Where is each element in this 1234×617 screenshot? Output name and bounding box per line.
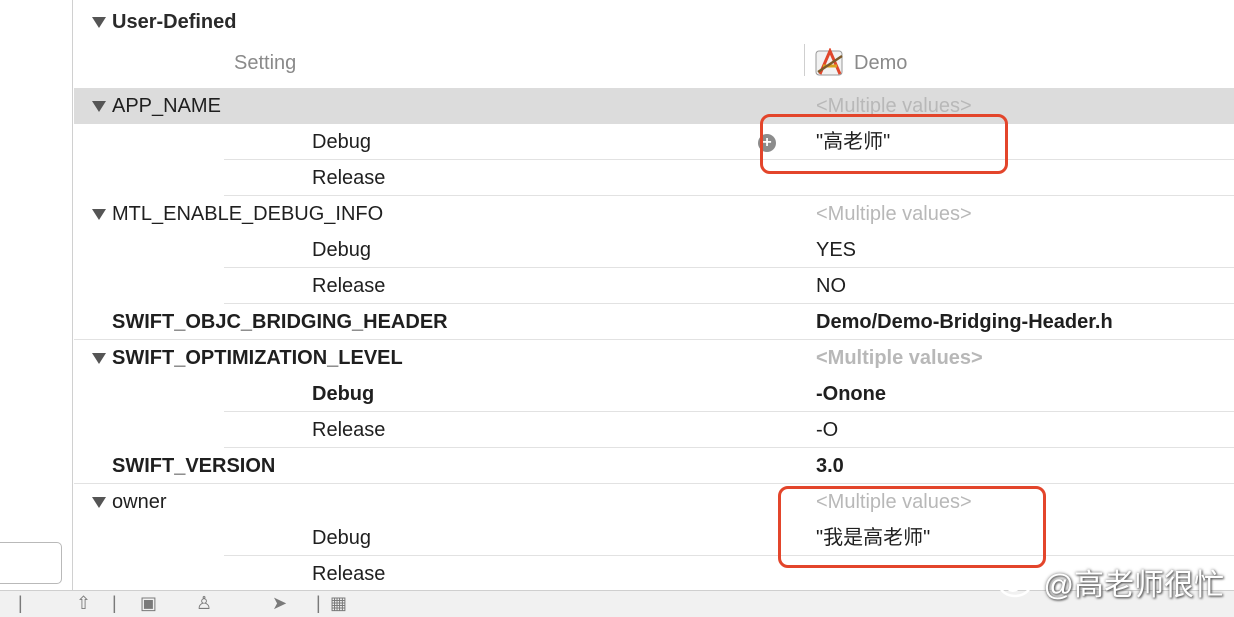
disclosure-triangle-icon[interactable] — [92, 209, 106, 221]
grid-icon[interactable]: ▦ — [330, 593, 347, 614]
document-icon[interactable]: ▣ — [140, 593, 157, 614]
setting-value: <Multiple values> — [816, 347, 983, 369]
setting-value: <Multiple values> — [816, 203, 972, 225]
configuration-name: Debug — [312, 383, 375, 405]
toolbar-divider-icon: | — [18, 593, 23, 613]
up-arrow-icon[interactable]: ⇧ — [76, 593, 91, 614]
configuration-name: Release — [312, 167, 386, 189]
disclosure-triangle-icon[interactable] — [92, 17, 106, 29]
setting-name: owner — [112, 491, 167, 513]
setting-value[interactable]: Demo/Demo-Bridging-Header.h — [816, 304, 1113, 340]
person-icon[interactable]: ♙ — [196, 593, 212, 614]
setting-row-swift-opt-debug[interactable]: Debug -Onone — [74, 376, 1234, 412]
toolbar-divider-icon: | — [112, 593, 117, 613]
weibo-logo-icon — [998, 568, 1036, 598]
setting-value: <Multiple values> — [816, 491, 972, 513]
app-target-icon — [815, 48, 843, 76]
toolbar-divider-icon: | — [316, 593, 321, 613]
setting-value[interactable]: -Onone — [816, 376, 886, 412]
setting-value[interactable]: NO — [816, 268, 846, 304]
setting-row-mtl-enable-debug-info[interactable]: MTL_ENABLE_DEBUG_INFO <Multiple values> — [74, 196, 1234, 232]
setting-row-owner[interactable]: owner <Multiple values> — [74, 484, 1234, 520]
setting-row-swift-optimization-level[interactable]: SWIFT_OPTIMIZATION_LEVEL <Multiple value… — [74, 340, 1234, 376]
configuration-name: Debug — [312, 239, 371, 261]
navigator-pane — [0, 0, 73, 590]
setting-name: APP_NAME — [112, 95, 221, 117]
build-settings-editor: User-Defined Setting Demo APP_NAME <Mult… — [74, 0, 1234, 590]
setting-row-swift-opt-release[interactable]: Release -O — [74, 412, 1234, 448]
setting-row-mtl-release[interactable]: Release NO — [74, 268, 1234, 304]
setting-name: SWIFT_VERSION — [112, 455, 276, 477]
watermark-text: @高老师很忙 — [1043, 569, 1224, 602]
setting-row-owner-debug[interactable]: Debug "我是高老师" — [74, 520, 1234, 556]
configuration-name: Release — [312, 563, 386, 585]
setting-value[interactable]: -O — [816, 412, 838, 448]
disclosure-triangle-icon[interactable] — [92, 497, 106, 509]
setting-value[interactable]: YES — [816, 232, 856, 268]
setting-row-mtl-debug[interactable]: Debug YES — [74, 232, 1234, 268]
configuration-name: Release — [312, 419, 386, 441]
setting-row-swift-objc-bridging-header[interactable]: SWIFT_OBJC_BRIDGING_HEADER Demo/Demo-Bri… — [74, 304, 1234, 340]
target-name: Demo — [854, 52, 908, 74]
configuration-name: Release — [312, 275, 386, 297]
setting-value[interactable]: 3.0 — [816, 448, 844, 484]
setting-row-swift-version[interactable]: SWIFT_VERSION 3.0 — [74, 448, 1234, 484]
configuration-name: Debug — [312, 527, 371, 549]
setting-row-app-name-debug[interactable]: Debug + "高老师" — [74, 124, 1234, 160]
setting-name: SWIFT_OPTIMIZATION_LEVEL — [112, 347, 403, 369]
setting-name: SWIFT_OBJC_BRIDGING_HEADER — [112, 311, 448, 333]
setting-row-app-name[interactable]: APP_NAME <Multiple values> — [74, 88, 1234, 124]
setting-value: <Multiple values> — [816, 95, 972, 117]
column-header-setting: Setting — [234, 52, 297, 74]
navigator-filter-field[interactable] — [0, 542, 62, 584]
setting-name: MTL_ENABLE_DEBUG_INFO — [112, 203, 384, 225]
section-title: User-Defined — [112, 11, 237, 33]
column-header-target[interactable]: Demo — [804, 48, 907, 78]
configuration-name: Debug — [312, 131, 371, 153]
section-header-user-defined[interactable]: User-Defined — [92, 8, 236, 36]
setting-value[interactable]: "高老师" — [816, 124, 890, 160]
setting-row-app-name-release[interactable]: Release — [74, 160, 1234, 196]
weibo-watermark: @高老师很忙 — [998, 560, 1224, 604]
disclosure-triangle-icon[interactable] — [92, 101, 106, 113]
location-arrow-icon[interactable]: ➤ — [272, 593, 287, 614]
disclosure-triangle-icon[interactable] — [92, 353, 106, 365]
plus-circle-icon[interactable]: + — [758, 134, 776, 152]
setting-value[interactable]: "我是高老师" — [816, 520, 930, 556]
